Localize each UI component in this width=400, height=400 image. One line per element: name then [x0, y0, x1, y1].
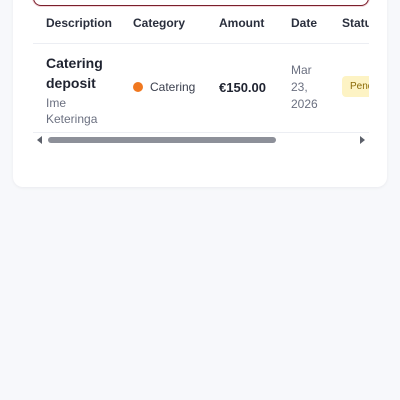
header-date[interactable]: Date [291, 16, 317, 30]
header-description[interactable]: Description [46, 16, 112, 30]
row-date: Mar 23, 2026 [291, 63, 318, 111]
header-category[interactable]: Category [133, 16, 185, 30]
transactions-table: Description Category Amount Date Status … [33, 0, 369, 140]
row-description: Catering deposit [46, 55, 103, 91]
horizontal-scrollbar[interactable] [33, 135, 369, 145]
row-category: Catering [133, 80, 195, 94]
row-category-label: Catering [150, 80, 196, 94]
transactions-card: Description Category Amount Date Status … [13, 0, 387, 187]
category-dot-icon [133, 82, 143, 92]
header-status[interactable]: Status [342, 16, 369, 30]
row-vendor: Ime Keteringa [46, 96, 98, 126]
scroll-left-arrow-icon[interactable] [37, 136, 42, 144]
table-row[interactable]: Catering deposit Ime Keteringa Catering … [33, 45, 369, 133]
row-amount: €150.00 [219, 80, 266, 95]
scrollbar-thumb[interactable] [48, 137, 276, 143]
scroll-right-arrow-icon[interactable] [360, 136, 365, 144]
table-header: Description Category Amount Date Status [33, 0, 369, 44]
status-badge: Pending [342, 76, 369, 97]
header-amount[interactable]: Amount [219, 16, 264, 30]
